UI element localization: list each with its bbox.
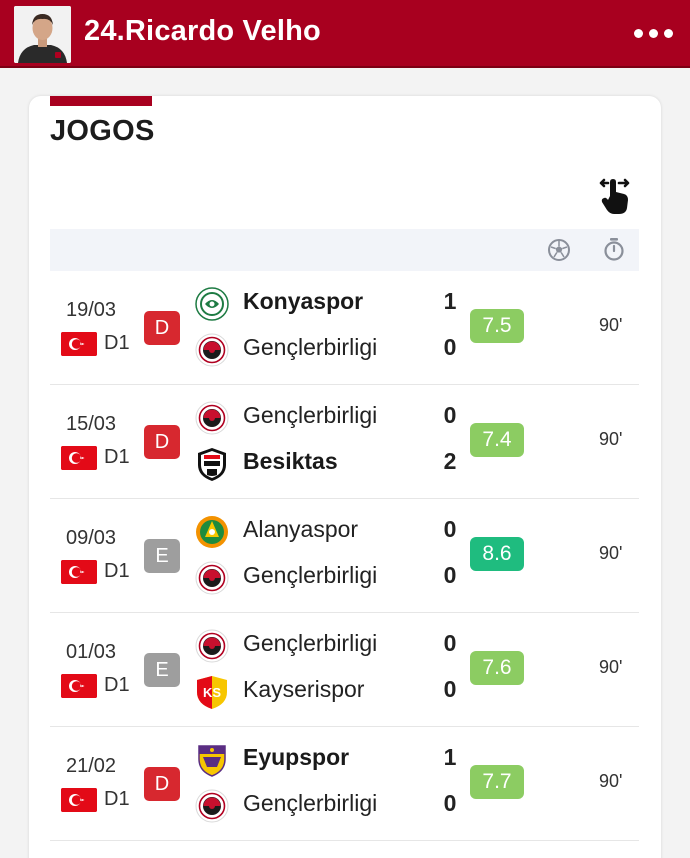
genclerbirligi-logo — [195, 401, 229, 435]
competition-label: D1 — [104, 674, 130, 696]
home-team-name: Alanyaspor — [243, 516, 359, 542]
minutes-played: 90' — [599, 429, 623, 449]
minutes-played: 90' — [599, 771, 623, 791]
competition-label: D1 — [104, 446, 130, 468]
section-title: JOGOS — [50, 115, 155, 147]
away-team-name: Gençlerbirligi — [243, 562, 378, 588]
turkey-flag-icon — [61, 560, 97, 584]
genclerbirligi-logo — [195, 789, 229, 823]
minutes-played: 90' — [599, 657, 623, 677]
away-team-name: Besiktas — [243, 448, 338, 474]
swipe-hand-icon[interactable] — [597, 176, 633, 216]
card-accent-bar — [50, 96, 152, 106]
player-rating-badge: 7.4 — [470, 423, 524, 457]
home-team-score: 0 — [443, 516, 457, 542]
minutes-played: 90' — [599, 315, 623, 335]
svg-text:KS: KS — [203, 685, 221, 700]
turkey-flag-icon — [61, 674, 97, 698]
more-dot-icon — [648, 28, 658, 38]
away-team-score: 2 — [443, 448, 457, 474]
turkey-flag-icon — [61, 446, 97, 470]
turkey-flag-icon — [61, 332, 97, 356]
goals-ball-icon — [548, 239, 570, 261]
match-date: 21/02 — [66, 755, 117, 777]
genclerbirligi-logo — [195, 561, 229, 595]
genclerbirligi-logo — [195, 333, 229, 367]
konyaspor-logo — [195, 287, 229, 321]
result-badge: D — [144, 425, 180, 459]
matches-card: JOGOS 19/03 D1 D Konyaspor 1 Gençlerbirl… — [29, 96, 661, 858]
matches-list: 19/03 D1 D Konyaspor 1 Gençlerbirligi 0 … — [50, 271, 639, 841]
away-team-name: Gençlerbirligi — [243, 334, 378, 360]
match-row-5[interactable]: 21/02 D1 D Eyupspor 1 Gençlerbirligi 0 7… — [50, 727, 639, 841]
genclerbirligi-logo — [195, 629, 229, 663]
home-team-name: Konyaspor — [243, 288, 364, 314]
player-rating-badge: 7.5 — [470, 309, 524, 343]
match-row-2[interactable]: 15/03 D1 D Gençlerbirligi 0 Besiktas 2 7… — [50, 385, 639, 499]
away-team-name: Kayserispor — [243, 676, 365, 702]
competition-label: D1 — [104, 560, 130, 582]
home-team-score: 0 — [443, 630, 457, 656]
table-header — [50, 229, 639, 271]
besiktas-logo — [195, 447, 229, 481]
match-date: 01/03 — [66, 641, 117, 663]
away-team-name: Gençlerbirligi — [243, 790, 378, 816]
away-team-score: 0 — [443, 676, 457, 702]
home-team-score: 0 — [443, 402, 457, 428]
home-team-name: Eyupspor — [243, 744, 350, 770]
minutes-played: 90' — [599, 543, 623, 563]
more-dot-icon — [663, 28, 673, 38]
match-date: 15/03 — [66, 413, 117, 435]
competition-label: D1 — [104, 788, 130, 810]
more-dot-icon — [633, 28, 643, 38]
player-name-title: 24.Ricardo Velho — [84, 15, 321, 47]
eyupspor-logo — [195, 743, 229, 777]
result-badge: E — [144, 539, 180, 573]
player-rating-badge: 8.6 — [470, 537, 524, 571]
home-team-score: 1 — [443, 288, 457, 314]
home-team-name: Gençlerbirligi — [243, 630, 378, 656]
home-team-name: Gençlerbirligi — [243, 402, 378, 428]
minutes-stopwatch-icon — [604, 238, 624, 261]
match-date: 09/03 — [66, 527, 117, 549]
away-team-score: 0 — [443, 334, 457, 360]
match-row-1[interactable]: 19/03 D1 D Konyaspor 1 Gençlerbirligi 0 … — [50, 271, 639, 385]
match-row-3[interactable]: 09/03 D1 E Alanyaspor 0 Gençlerbirligi 0… — [50, 499, 639, 613]
result-badge: D — [144, 767, 180, 801]
match-date: 19/03 — [66, 299, 117, 321]
player-rating-badge: 7.6 — [470, 651, 524, 685]
away-team-score: 0 — [443, 790, 457, 816]
more-options-button[interactable] — [628, 22, 678, 44]
player-rating-badge: 7.7 — [470, 765, 524, 799]
match-row-4[interactable]: 01/03 D1 E Gençlerbirligi 0 KS Kayserisp… — [50, 613, 639, 727]
competition-label: D1 — [104, 332, 130, 354]
turkey-flag-icon — [61, 788, 97, 812]
result-badge: D — [144, 311, 180, 345]
player-avatar[interactable] — [14, 6, 71, 63]
result-badge: E — [144, 653, 180, 687]
top-bar: 24.Ricardo Velho — [0, 0, 690, 68]
kayserispor-logo: KS — [195, 675, 229, 709]
away-team-score: 0 — [443, 562, 457, 588]
alanyaspor-logo — [195, 515, 229, 549]
home-team-score: 1 — [443, 744, 457, 770]
